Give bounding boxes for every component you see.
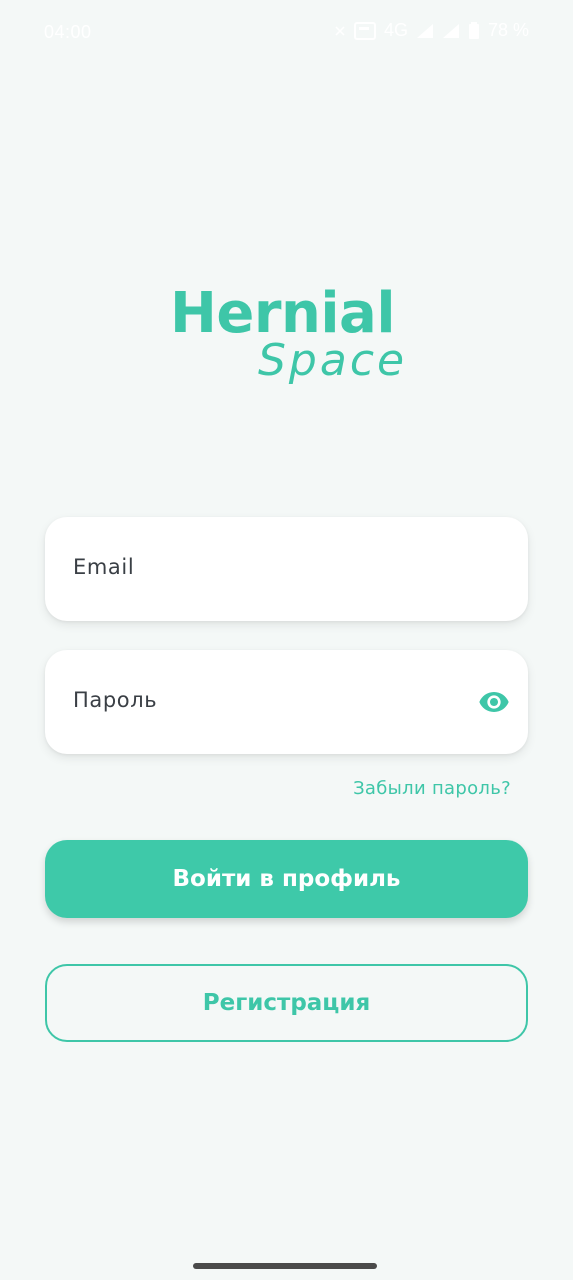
email-field[interactable]: Email bbox=[45, 517, 528, 621]
forgot-password-link[interactable]: Забыли пароль? bbox=[353, 778, 511, 799]
signal-icon-2 bbox=[442, 23, 460, 39]
sim-icon bbox=[353, 21, 376, 40]
eye-icon[interactable] bbox=[478, 686, 510, 718]
password-placeholder: Пароль bbox=[73, 688, 158, 712]
signal-icon bbox=[416, 23, 434, 39]
home-indicator[interactable] bbox=[193, 1263, 377, 1269]
nfc-icon bbox=[334, 25, 346, 37]
battery-icon bbox=[468, 21, 480, 40]
login-button-label: Войти в профиль bbox=[172, 866, 401, 892]
status-bar: 04:00 4G 78 % bbox=[0, 0, 573, 66]
status-icons: 4G 78 % bbox=[334, 20, 529, 41]
status-time: 04:00 bbox=[44, 22, 92, 42]
network-type-label: 4G bbox=[383, 20, 408, 40]
password-field[interactable]: Пароль bbox=[45, 650, 528, 754]
email-placeholder: Email bbox=[73, 555, 135, 579]
register-button[interactable]: Регистрация bbox=[45, 964, 528, 1042]
login-button[interactable]: Войти в профиль bbox=[45, 840, 528, 918]
app-logo: Hernial Space bbox=[170, 284, 410, 394]
logo-subtitle: Space bbox=[258, 335, 408, 386]
register-button-label: Регистрация bbox=[202, 990, 371, 1016]
battery-percent: 78 % bbox=[487, 20, 529, 40]
